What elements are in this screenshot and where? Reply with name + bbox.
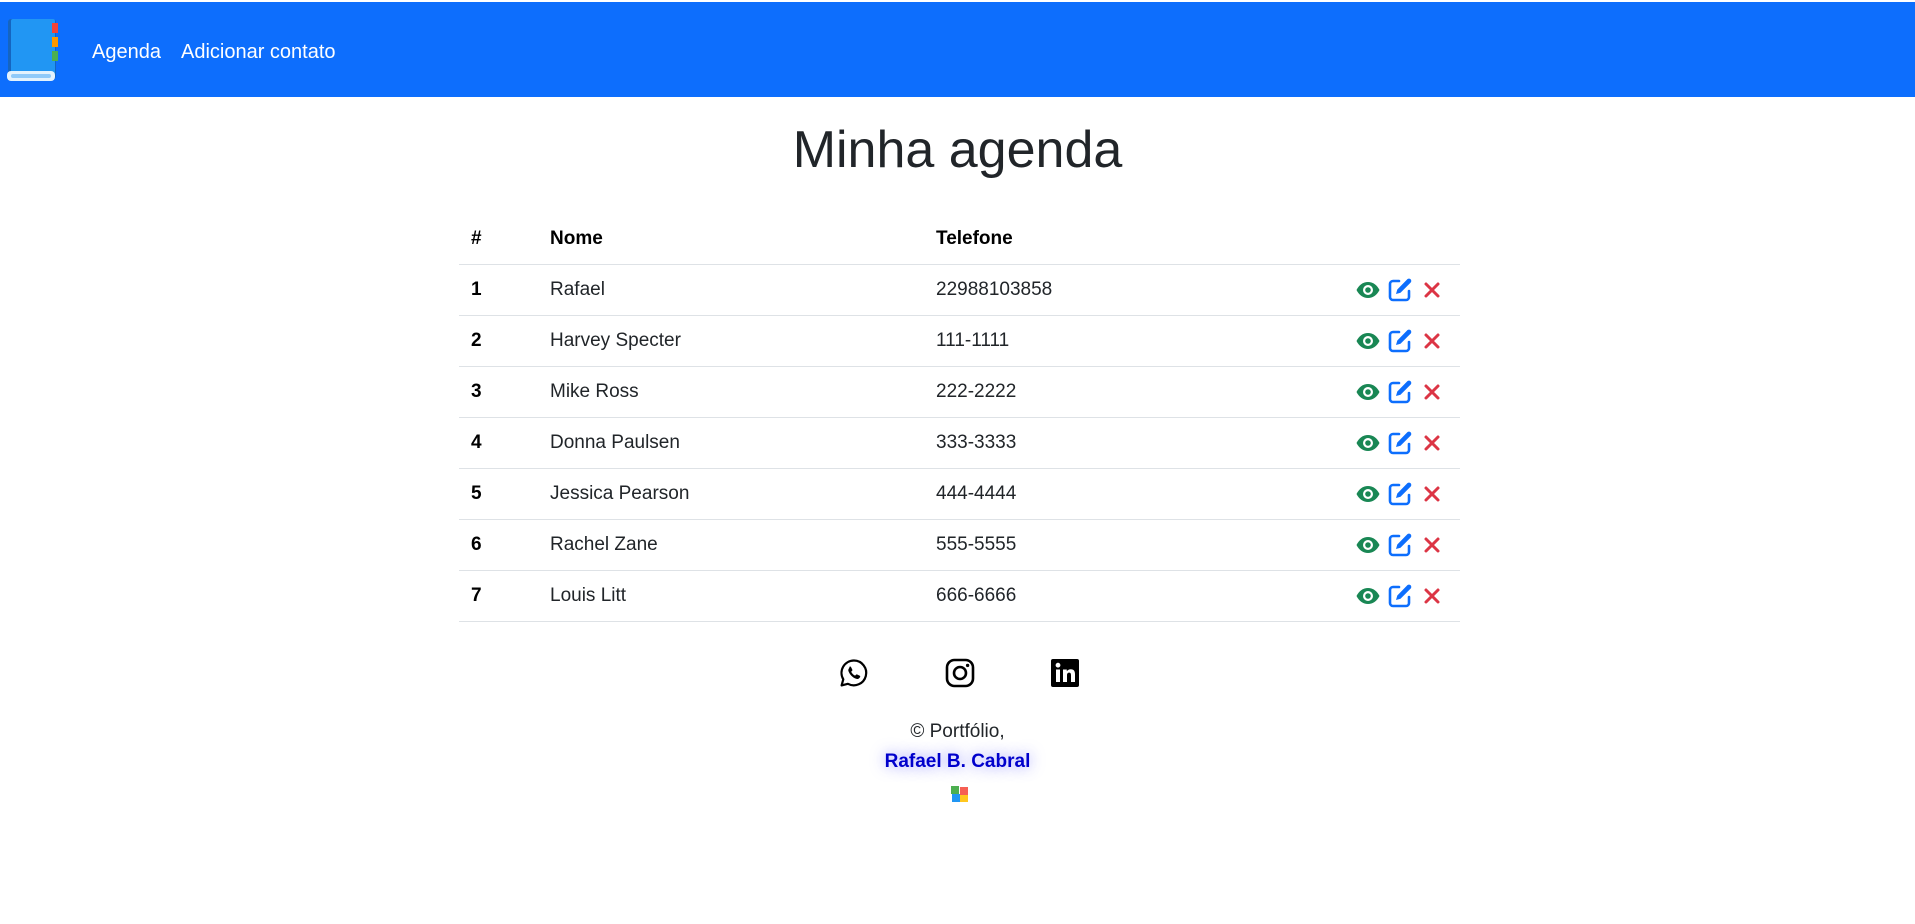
edit-icon[interactable] xyxy=(1386,378,1414,406)
contact-number: 6 xyxy=(459,519,538,571)
whatsapp-icon[interactable] xyxy=(838,657,870,689)
eye-icon[interactable] xyxy=(1354,276,1382,304)
eye-icon[interactable] xyxy=(1354,378,1382,406)
eye-icon[interactable] xyxy=(1354,429,1382,457)
nav-link-add-contact[interactable]: Adicionar contato xyxy=(181,40,336,64)
edit-icon[interactable] xyxy=(1386,480,1414,508)
contact-name: Jessica Pearson xyxy=(538,468,924,520)
contact-name: Harvey Specter xyxy=(538,315,924,367)
edit-icon[interactable] xyxy=(1386,276,1414,304)
close-icon[interactable] xyxy=(1418,582,1446,610)
contact-number: 5 xyxy=(459,468,538,520)
contact-phone: 666-6666 xyxy=(924,570,1224,622)
contact-number: 1 xyxy=(459,264,538,316)
edit-icon[interactable] xyxy=(1386,429,1414,457)
row-actions xyxy=(1224,315,1460,367)
close-icon[interactable] xyxy=(1418,429,1446,457)
table-row: 1 Rafael 22988103858 xyxy=(459,264,1460,316)
contact-name: Louis Litt xyxy=(538,570,924,622)
contact-phone: 111-1111 xyxy=(924,315,1224,367)
navbar: Agenda Adicionar contato xyxy=(0,2,1915,97)
column-header-phone: Telefone xyxy=(924,215,1224,265)
contact-name: Rachel Zane xyxy=(538,519,924,571)
row-actions xyxy=(1224,264,1460,316)
eye-icon[interactable] xyxy=(1354,582,1382,610)
column-header-actions xyxy=(1224,215,1460,265)
table-header-row: # Nome Telefone xyxy=(459,215,1460,265)
table-row: 3 Mike Ross 222-2222 xyxy=(459,366,1460,418)
row-actions xyxy=(1224,519,1460,571)
table-row: 6 Rachel Zane 555-5555 xyxy=(459,519,1460,571)
author-link[interactable]: Rafael B. Cabral xyxy=(0,750,1915,774)
contact-number: 7 xyxy=(459,570,538,622)
table-row: 7 Louis Litt 666-6666 xyxy=(459,570,1460,622)
contact-phone: 444-4444 xyxy=(924,468,1224,520)
eye-icon[interactable] xyxy=(1354,531,1382,559)
contact-phone: 333-3333 xyxy=(924,417,1224,469)
row-actions xyxy=(1224,366,1460,418)
table-row: 5 Jessica Pearson 444-4444 xyxy=(459,468,1460,520)
edit-icon[interactable] xyxy=(1386,582,1414,610)
edit-icon[interactable] xyxy=(1386,531,1414,559)
contacts-table: # Nome Telefone 1 Rafael 22988103858 2 Harve… xyxy=(459,215,1460,622)
edit-icon[interactable] xyxy=(1386,327,1414,355)
contact-number: 3 xyxy=(459,366,538,418)
linkedin-icon[interactable] xyxy=(1049,657,1081,689)
close-icon[interactable] xyxy=(1418,531,1446,559)
copyright-text: © Portfólio, xyxy=(910,721,1005,742)
page-title: Minha agenda xyxy=(792,121,1123,179)
close-icon[interactable] xyxy=(1418,480,1446,508)
instagram-icon[interactable] xyxy=(944,657,976,689)
column-header-number: # xyxy=(459,215,538,265)
row-actions xyxy=(1224,570,1460,622)
contact-phone: 22988103858 xyxy=(924,264,1224,316)
row-actions xyxy=(1224,468,1460,520)
contact-phone: 222-2222 xyxy=(924,366,1224,418)
contact-phone: 555-5555 xyxy=(924,519,1224,571)
contact-name: Donna Paulsen xyxy=(538,417,924,469)
nav-link-agenda[interactable]: Agenda xyxy=(92,40,161,64)
close-icon[interactable] xyxy=(1418,327,1446,355)
table-row: 2 Harvey Specter 111-1111 xyxy=(459,315,1460,367)
contact-name: Rafael xyxy=(538,264,924,316)
row-actions xyxy=(1224,417,1460,469)
close-icon[interactable] xyxy=(1418,276,1446,304)
contact-name: Mike Ross xyxy=(538,366,924,418)
address-book-icon[interactable] xyxy=(2,17,62,83)
windows-icon[interactable] xyxy=(950,785,970,803)
contact-number: 4 xyxy=(459,417,538,469)
column-header-name: Nome xyxy=(538,215,924,265)
close-icon[interactable] xyxy=(1418,378,1446,406)
eye-icon[interactable] xyxy=(1354,327,1382,355)
table-row: 4 Donna Paulsen 333-3333 xyxy=(459,417,1460,469)
eye-icon[interactable] xyxy=(1354,480,1382,508)
contact-number: 2 xyxy=(459,315,538,367)
